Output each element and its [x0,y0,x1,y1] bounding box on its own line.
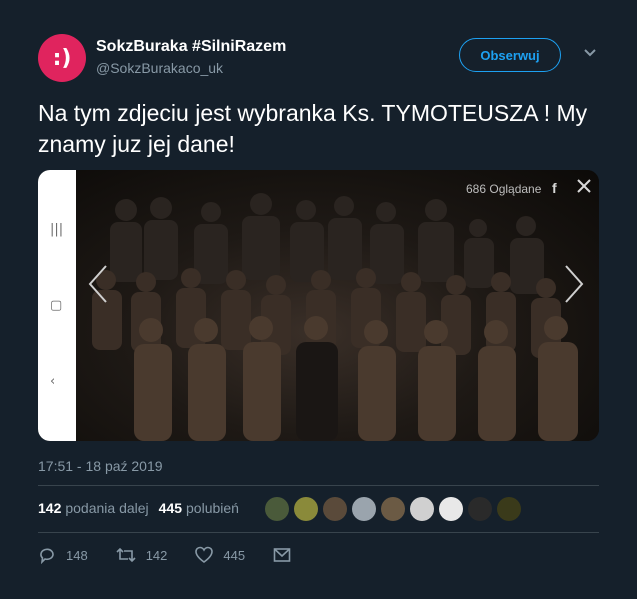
liker-avatar[interactable] [468,497,492,521]
retweets-count[interactable]: 142 [38,500,61,516]
liker-avatar[interactable] [381,497,405,521]
reply-icon [40,548,54,564]
reply-button[interactable]: 148 [38,546,88,564]
envelope-icon [273,548,291,562]
heart-icon [195,546,214,563]
liker-avatar[interactable] [439,497,463,521]
liker-avatar[interactable] [410,497,434,521]
liker-avatar[interactable] [352,497,376,521]
reply-count: 148 [66,547,88,563]
recent-apps-icon: ||| [50,222,64,237]
retweets-label[interactable]: podania dalej [65,500,148,516]
tweet-text: Na tym zdjeciu jest wybranka Ks. TYMOTEU… [38,100,588,157]
retweet-count: 142 [145,547,168,563]
media-frame[interactable]: ||| ▢ ‹ 686 Oglądane f [38,170,599,441]
like-button[interactable]: 445 [195,546,245,564]
divider [38,485,599,486]
chevron-down-icon[interactable] [583,48,597,58]
tweet-card: :) SokzBuraka #SilniRazem @SokzBurakaco_… [18,18,622,598]
divider [38,532,599,533]
group-photo-people [92,193,578,441]
group-photo[interactable] [76,170,599,441]
avatar[interactable]: :) [38,34,86,82]
likes-label[interactable]: polubień [186,500,239,516]
home-icon: ▢ [50,298,63,313]
retweet-button[interactable]: 142 [116,546,168,564]
previous-arrow-icon[interactable] [86,262,110,306]
facebook-icon[interactable]: f [552,180,557,196]
retweet-icon [116,547,136,563]
close-icon[interactable] [576,178,592,194]
next-arrow-icon[interactable] [562,262,586,306]
liker-avatar[interactable] [294,497,318,521]
liker-avatar[interactable] [497,497,521,521]
likes-count[interactable]: 445 [159,500,182,516]
tweet-actions: 148 142 445 [38,546,329,564]
message-button[interactable] [273,547,301,563]
likers-avatars [265,497,526,521]
phone-nav-bar: ||| ▢ ‹ [38,170,76,441]
back-icon: ‹ [50,374,56,389]
views-counter: 686 Oglądane [466,182,542,196]
author-name[interactable]: SokzBuraka #SilniRazem [96,38,286,56]
engagement-stats: 142 podania dalej 445 polubień [38,500,239,516]
follow-button[interactable]: Obserwuj [459,38,561,72]
liker-avatar[interactable] [265,497,289,521]
like-count: 445 [223,547,246,563]
author-handle[interactable]: @SokzBurakaco_uk [96,60,223,76]
liker-avatar[interactable] [323,497,347,521]
tweet-timestamp[interactable]: 17:51 - 18 paź 2019 [38,458,163,474]
